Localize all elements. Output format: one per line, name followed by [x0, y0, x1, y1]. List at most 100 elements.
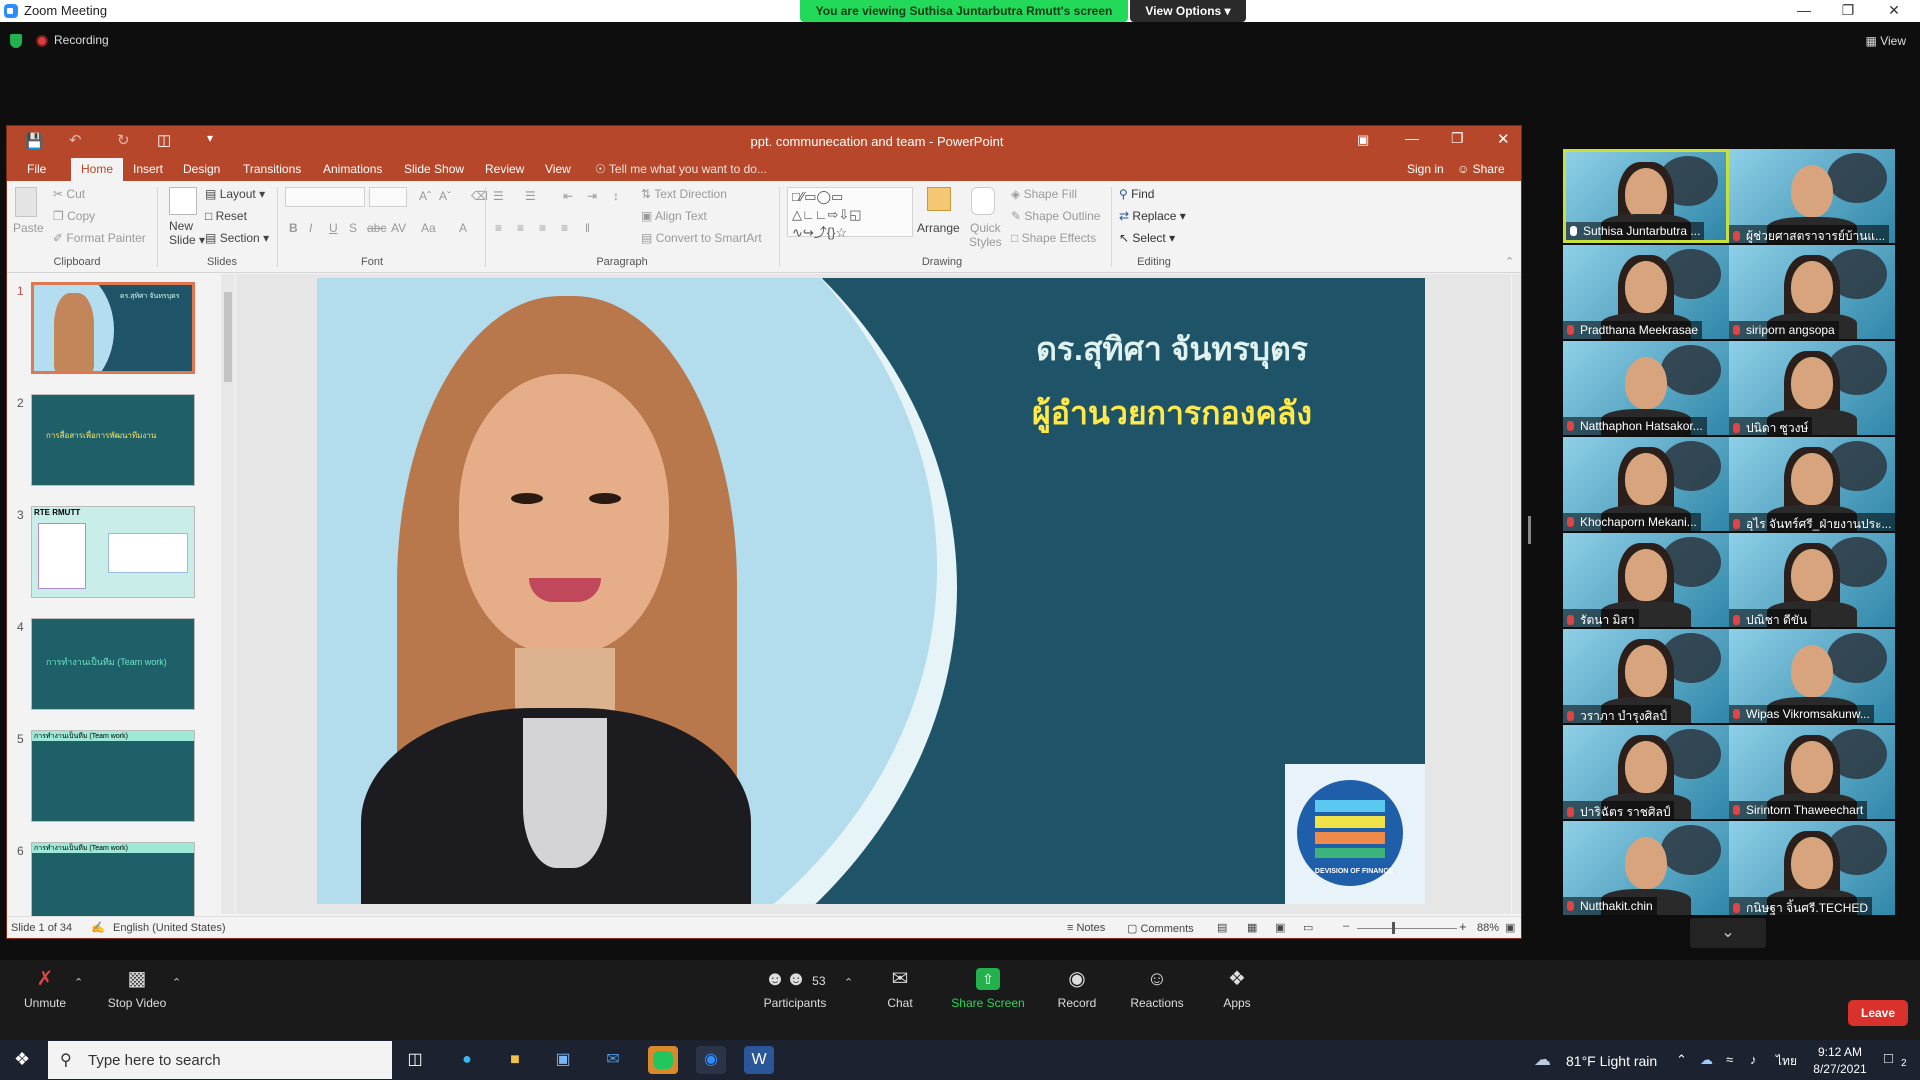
participant-tile[interactable]: วราภา บำรุงศิลป์: [1563, 629, 1729, 723]
shrink-font-icon[interactable]: Aˇ: [439, 189, 451, 203]
apps-button[interactable]: ❖ Apps: [1192, 968, 1282, 1010]
slideshow-icon[interactable]: ▭: [1303, 921, 1313, 934]
weather-text[interactable]: 81°F Light rain: [1566, 1053, 1657, 1069]
zoom-level[interactable]: 88%: [1477, 922, 1499, 934]
align-text-button[interactable]: ▣ Align Text: [641, 209, 707, 223]
line-spacing-icon[interactable]: ↕: [613, 189, 619, 203]
clock-date[interactable]: 8/27/2021: [1804, 1062, 1876, 1076]
normal-view-icon[interactable]: ▤: [1217, 921, 1227, 934]
redo-icon[interactable]: ↻: [117, 131, 130, 149]
reset-button[interactable]: □ Reset: [205, 209, 247, 223]
participant-tile[interactable]: ปณิชา ดีขัน: [1729, 533, 1895, 627]
replace-button[interactable]: ⇄ Replace ▾: [1119, 209, 1186, 223]
tell-me-box[interactable]: ☉ Tell me what you want to do...: [595, 162, 767, 176]
zoom-slider[interactable]: [1357, 928, 1457, 929]
ppt-close-icon[interactable]: ✕: [1497, 130, 1510, 148]
paste-button[interactable]: Paste: [13, 221, 44, 235]
bold-icon[interactable]: B: [289, 221, 298, 235]
mail-icon[interactable]: ✉: [598, 1046, 628, 1074]
shape-outline-button[interactable]: ✎ Shape Outline: [1011, 209, 1100, 223]
collapse-ribbon-icon[interactable]: ⌃: [1505, 255, 1514, 268]
slide-thumbnail-4[interactable]: การทำงานเป็นทีม (Team work): [31, 618, 195, 710]
participant-tile[interactable]: Sirintorn Thaweechart: [1729, 725, 1895, 819]
shape-effects-button[interactable]: □ Shape Effects: [1011, 231, 1096, 245]
chat-button[interactable]: ✉ Chat: [855, 968, 945, 1010]
participants-chevron-icon[interactable]: ⌃: [844, 976, 853, 989]
tab-review[interactable]: Review: [485, 162, 524, 176]
shadow-icon[interactable]: S: [349, 221, 357, 235]
notifications-icon[interactable]: □: [1884, 1050, 1893, 1067]
text-direction-button[interactable]: ⇅ Text Direction: [641, 187, 727, 201]
audio-options-chevron-icon[interactable]: ⌃: [74, 976, 83, 989]
participant-tile[interactable]: Wipas Vikromsakunw...: [1729, 629, 1895, 723]
participant-tile[interactable]: siriporn angsopa: [1729, 245, 1895, 339]
slide-thumbnail-2[interactable]: การสื่อสารเพื่อการพัฒนาทีมงาน: [31, 394, 195, 486]
ribbon-display-options-icon[interactable]: ▣: [1357, 132, 1369, 148]
customize-toolbar-icon[interactable]: ▾: [207, 131, 213, 145]
font-color-icon[interactable]: A: [459, 221, 467, 235]
new-slide-button[interactable]: New Slide ▾: [169, 219, 205, 247]
windows-start-icon[interactable]: ❖: [14, 1049, 30, 1070]
align-left-icon[interactable]: ≡: [495, 221, 502, 235]
word-icon[interactable]: W: [744, 1046, 774, 1074]
participant-tile[interactable]: อุไร จันทร์ศรี_ฝ่ายงานประ...: [1729, 437, 1895, 531]
tab-view[interactable]: View: [545, 162, 571, 176]
line-app-icon[interactable]: [648, 1046, 678, 1074]
align-center-icon[interactable]: ≡: [517, 221, 524, 235]
ppt-restore-icon[interactable]: ❐: [1451, 130, 1464, 147]
edge-icon[interactable]: ●: [452, 1046, 482, 1074]
zoom-in-icon[interactable]: +: [1459, 919, 1467, 934]
taskbar-search-box[interactable]: ⚲ Type here to search: [48, 1041, 392, 1079]
participant-tile[interactable]: Nutthakit.chin: [1563, 821, 1729, 915]
layout-button[interactable]: ▤ Layout ▾: [205, 187, 265, 201]
onedrive-icon[interactable]: ☁: [1700, 1052, 1713, 1068]
decrease-indent-icon[interactable]: ⇤: [563, 189, 573, 203]
record-button[interactable]: ◉ Record: [1032, 968, 1122, 1010]
store-icon[interactable]: ▣: [548, 1046, 578, 1074]
stop-video-button[interactable]: ▩ Stop Video: [92, 968, 182, 1010]
thumbnail-scrollbar[interactable]: [221, 274, 235, 914]
slide-thumbnail-1[interactable]: ดร.สุทิศา จันทรบุตร: [31, 282, 195, 374]
zoom-out-icon[interactable]: –: [1343, 920, 1349, 932]
input-language[interactable]: ไทย: [1776, 1052, 1797, 1071]
tray-expand-icon[interactable]: ⌃: [1676, 1052, 1687, 1068]
shapes-gallery[interactable]: □∕∕▭◯▭ △∟∟⇨⇩◱ ∿↪⤴{}☆: [787, 187, 913, 240]
participant-tile[interactable]: กนิษฐา จิ้นศรี.TECHED: [1729, 821, 1895, 915]
participant-tile[interactable]: ปาริฉัตร ราชศิลป์: [1563, 725, 1729, 819]
tab-design[interactable]: Design: [183, 162, 220, 176]
bullets-icon[interactable]: ☰: [493, 189, 504, 203]
participant-tile[interactable]: รัตนา มิสา: [1563, 533, 1729, 627]
view-options-button[interactable]: View Options ▾: [1130, 0, 1246, 22]
zoom-slider-thumb[interactable]: [1392, 922, 1395, 934]
change-case-icon[interactable]: Aa: [421, 221, 436, 235]
columns-icon[interactable]: ‖: [585, 221, 590, 235]
current-slide[interactable]: ดร.สุทิศา จันทรบุตร ผู้อำนวยการกองคลัง D…: [317, 278, 1425, 904]
participant-tile[interactable]: ปนิดา ซูวงษ์: [1729, 341, 1895, 435]
arrange-button[interactable]: Arrange: [917, 221, 960, 235]
participant-tile[interactable]: Khochaporn Mekani...: [1563, 437, 1729, 531]
font-size-select[interactable]: [369, 187, 407, 207]
align-right-icon[interactable]: ≡: [539, 221, 546, 235]
participant-tile[interactable]: ผู้ช่วยศาสตราจารย์บ้านแ...: [1729, 149, 1895, 243]
format-painter-button[interactable]: ✐ Format Painter: [53, 231, 146, 245]
clock-time[interactable]: 9:12 AM: [1810, 1045, 1870, 1059]
reactions-button[interactable]: ☺ Reactions: [1112, 968, 1202, 1010]
recording-indicator[interactable]: Recording: [10, 33, 109, 48]
video-options-chevron-icon[interactable]: ⌃: [172, 976, 181, 989]
reading-view-icon[interactable]: ▣: [1275, 921, 1285, 934]
close-icon[interactable]: ✕: [1882, 2, 1906, 19]
volume-icon[interactable]: ♪: [1750, 1052, 1757, 1067]
leave-button[interactable]: Leave: [1848, 1000, 1908, 1026]
minimize-icon[interactable]: —: [1792, 2, 1816, 18]
participant-tile[interactable]: Natthaphon Hatsakor...: [1563, 341, 1729, 435]
zoom-taskbar-icon[interactable]: ◉: [696, 1046, 726, 1074]
scrollbar-thumb[interactable]: [224, 292, 232, 382]
tab-animations[interactable]: Animations: [323, 162, 382, 176]
increase-indent-icon[interactable]: ⇥: [587, 189, 597, 203]
share-screen-button[interactable]: ⇧ Share Screen: [943, 968, 1033, 1010]
slide-thumbnail-3[interactable]: RTE RMUTT: [31, 506, 195, 598]
underline-icon[interactable]: U: [329, 221, 338, 235]
sign-in-link[interactable]: Sign in: [1407, 162, 1444, 176]
gallery-view-button[interactable]: ▦ View: [1866, 34, 1906, 48]
italic-icon[interactable]: I: [309, 221, 312, 235]
